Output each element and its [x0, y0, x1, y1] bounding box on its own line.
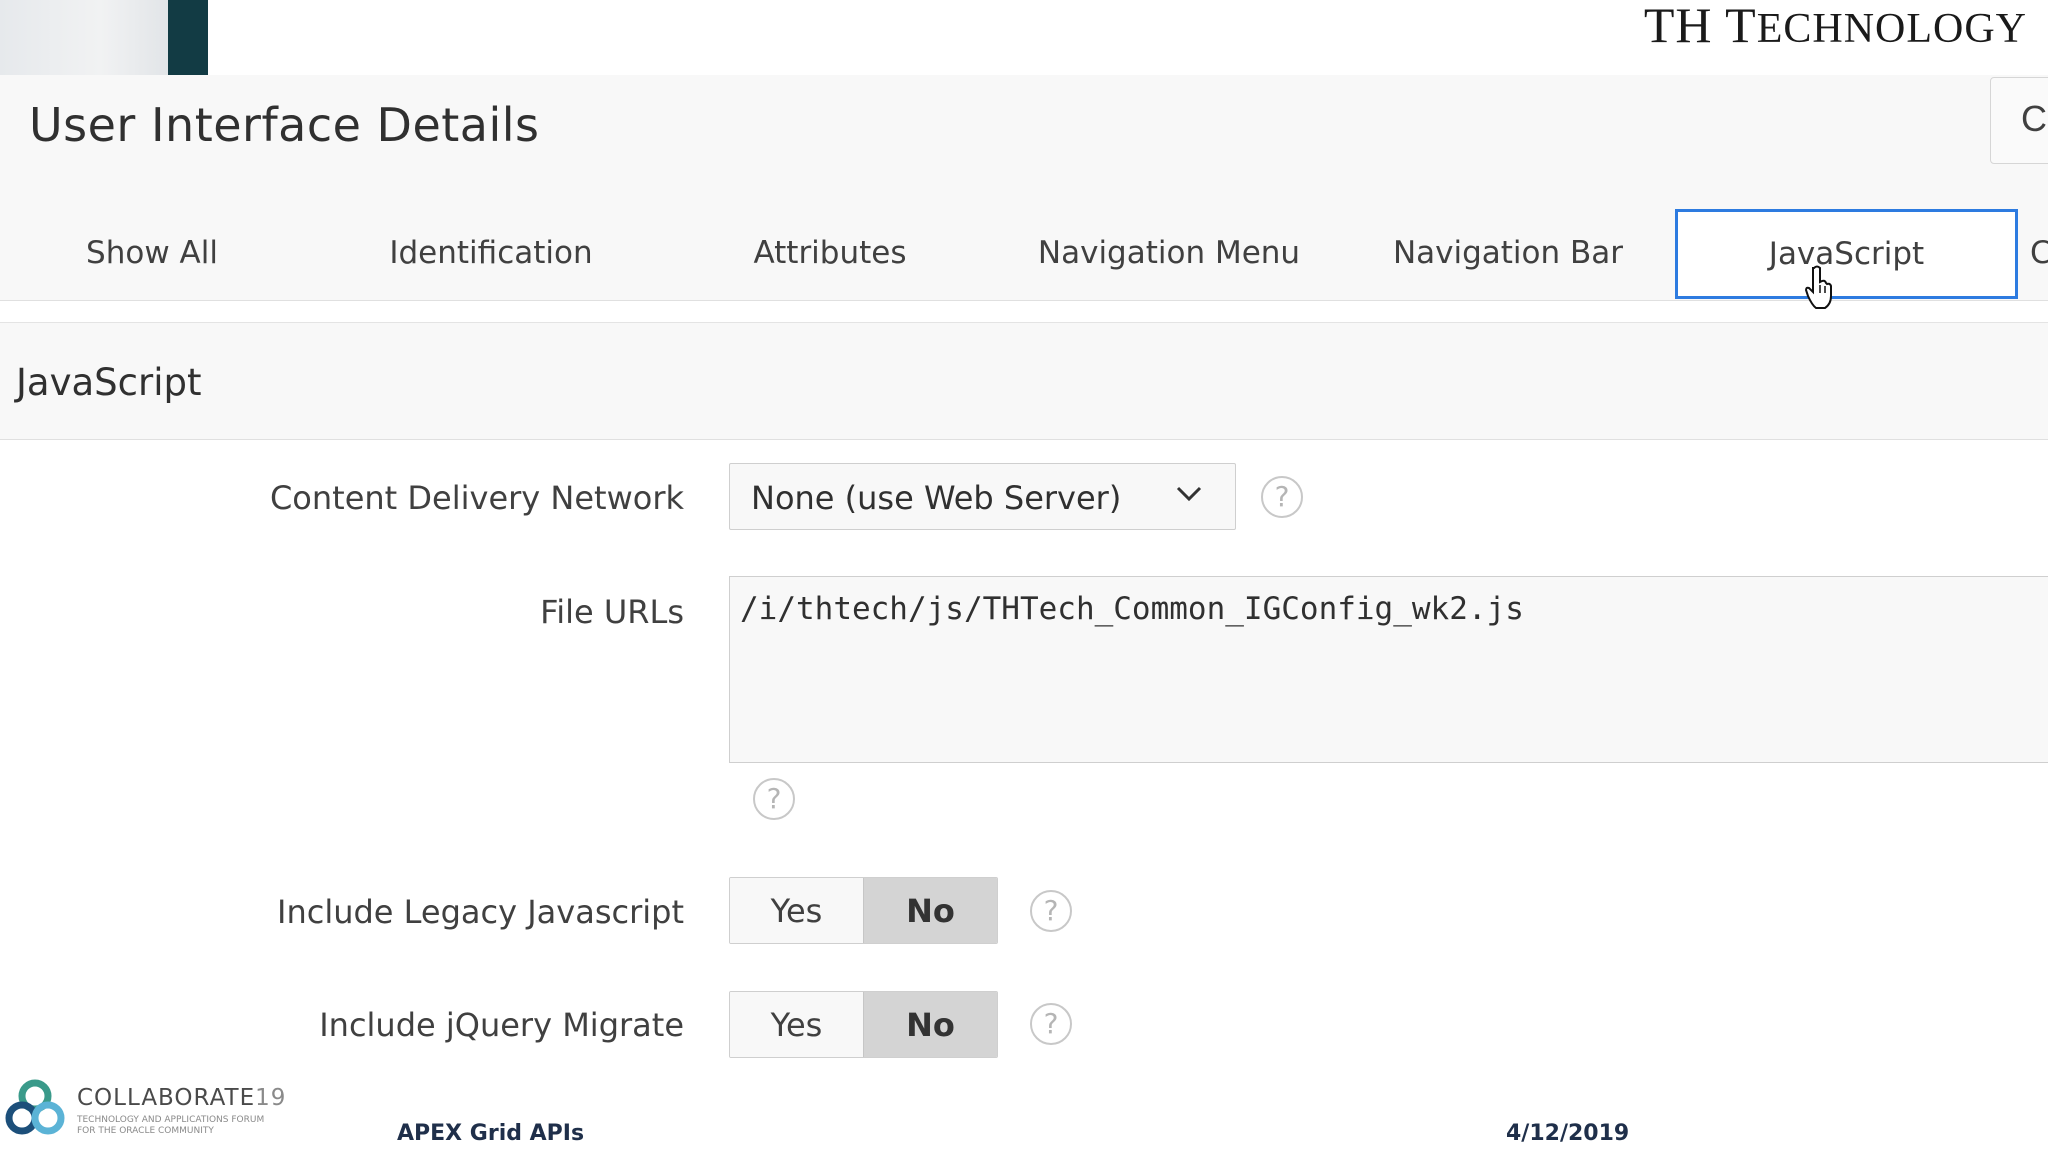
tab-navigation-menu[interactable]: Navigation Menu: [982, 205, 1356, 300]
cdn-select[interactable]: None (use Web Server): [729, 463, 1236, 530]
jquery-migrate-yes-option[interactable]: Yes: [730, 992, 863, 1057]
cancel-button[interactable]: Ca: [1990, 77, 2048, 164]
jquery-migrate-help-icon[interactable]: ?: [1030, 1003, 1072, 1045]
tab-navigation-bar[interactable]: Navigation Bar: [1356, 205, 1660, 300]
tab-bar: Show All Identification Attributes Navig…: [0, 205, 2048, 301]
region-header: [0, 323, 2048, 440]
page-title: User Interface Details: [29, 98, 540, 152]
banner-image: [0, 0, 168, 75]
cdn-select-value: None (use Web Server): [751, 479, 1122, 517]
presentation-title: APEX Grid APIs: [397, 1121, 585, 1146]
file-urls-value: /i/thtech/js/THTech_Common_IGConfig_wk2.…: [740, 591, 1524, 627]
tab-next-partial[interactable]: C: [2030, 205, 2048, 300]
legacy-js-no-option[interactable]: No: [863, 878, 997, 943]
hand-cursor-icon: [1805, 265, 1832, 309]
jquery-migrate-toggle: Yes No: [729, 991, 998, 1058]
tab-identification[interactable]: Identification: [304, 205, 678, 300]
legacy-js-yes-option[interactable]: Yes: [730, 878, 863, 943]
file-urls-help-icon[interactable]: ?: [753, 778, 795, 820]
slide-footer: [0, 1070, 2048, 1152]
legacy-js-label: Include Legacy Javascript: [277, 893, 684, 931]
legacy-js-toggle: Yes No: [729, 877, 998, 944]
tab-attributes[interactable]: Attributes: [678, 205, 982, 300]
collaborate-tagline: TECHNOLOGY AND APPLICATIONS FORUM FOR TH…: [77, 1115, 265, 1136]
tab-javascript[interactable]: JavaScript: [1675, 209, 2018, 299]
cdn-help-icon[interactable]: ?: [1261, 476, 1303, 518]
jquery-migrate-no-option[interactable]: No: [863, 992, 997, 1057]
file-urls-label: File URLs: [540, 593, 684, 631]
top-banner: TH TECHNOLOGY: [0, 0, 2048, 75]
cdn-label: Content Delivery Network: [269, 479, 684, 517]
banner-accent-bar: [168, 0, 208, 75]
presentation-date: 4/12/2019: [1506, 1121, 1630, 1146]
legacy-js-help-icon[interactable]: ?: [1030, 890, 1072, 932]
collaborate-logo-icon: [5, 1079, 65, 1135]
chevron-down-icon: [1176, 486, 1202, 502]
region-title: JavaScript: [16, 361, 202, 404]
brand-logo-text: TH TECHNOLOGY: [1643, 0, 2027, 53]
jquery-migrate-label: Include jQuery Migrate: [319, 1006, 684, 1044]
collaborate-logo-text: COLLABORATE19: [77, 1085, 287, 1111]
tab-show-all[interactable]: Show All: [0, 205, 304, 300]
file-urls-textarea[interactable]: /i/thtech/js/THTech_Common_IGConfig_wk2.…: [729, 576, 2048, 763]
